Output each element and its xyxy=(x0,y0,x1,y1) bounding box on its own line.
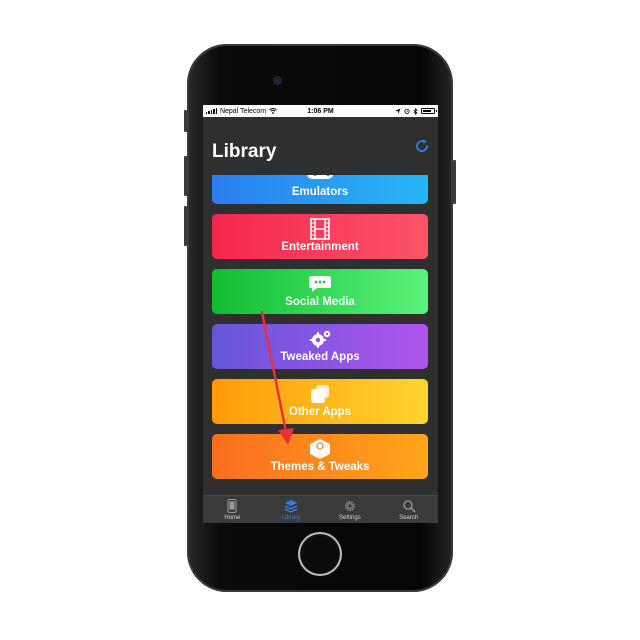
tab-label: Settings xyxy=(339,515,361,521)
front-camera xyxy=(274,77,281,84)
category-label: Other Apps xyxy=(288,406,352,418)
gear-icon xyxy=(344,501,355,511)
status-bar: Nepal Telecom 1:06 PM xyxy=(203,105,438,117)
category-list[interactable]: Emulators Entertainment Social Media Twe… xyxy=(203,175,438,495)
chat-bubble-icon xyxy=(309,276,331,292)
search-icon xyxy=(402,500,416,513)
volume-down-button xyxy=(184,206,187,246)
location-icon xyxy=(395,108,401,114)
category-emulators[interactable]: Emulators xyxy=(212,175,428,204)
tab-home[interactable]: Home xyxy=(203,496,262,523)
tab-library[interactable]: Library xyxy=(262,496,321,523)
app-screen: Nepal Telecom 1:06 PM Library Emulators … xyxy=(203,105,438,523)
power-button xyxy=(453,160,456,204)
battery-icon xyxy=(421,108,437,114)
mute-switch xyxy=(184,110,187,132)
category-label: Emulators xyxy=(291,186,349,198)
layers-icon xyxy=(284,500,298,513)
carrier-name: Nepal Telecom xyxy=(219,107,267,115)
volume-up-button xyxy=(184,156,187,196)
category-tweaked-apps[interactable]: Tweaked Apps xyxy=(212,324,428,369)
gears-icon xyxy=(310,330,331,348)
film-icon xyxy=(310,218,330,240)
tab-label: Library xyxy=(281,515,301,521)
tab-bar: Home Library Settings Search xyxy=(203,495,438,523)
tab-label: Search xyxy=(399,515,419,521)
category-social-media[interactable]: Social Media xyxy=(212,269,428,314)
gamepad-icon xyxy=(307,175,333,179)
bluetooth-icon xyxy=(413,107,418,115)
tab-label: Home xyxy=(224,515,241,521)
category-other-apps[interactable]: Other Apps xyxy=(212,379,428,424)
wifi-icon xyxy=(269,108,277,114)
category-label: Social Media xyxy=(285,296,355,308)
tab-settings[interactable]: Settings xyxy=(321,496,380,523)
stacked-squares-icon xyxy=(311,385,329,403)
phone-icon xyxy=(227,499,237,513)
category-label: Themes & Tweaks xyxy=(270,461,370,473)
theme-box-icon xyxy=(309,439,331,459)
refresh-icon[interactable] xyxy=(414,138,430,154)
category-label: Entertainment xyxy=(281,241,359,253)
category-entertainment[interactable]: Entertainment xyxy=(212,214,428,259)
tab-search[interactable]: Search xyxy=(379,496,438,523)
category-themes-tweaks[interactable]: Themes & Tweaks xyxy=(212,434,428,479)
page-title: Library xyxy=(212,141,277,162)
category-label: Tweaked Apps xyxy=(280,351,360,363)
alarm-icon xyxy=(404,108,410,114)
library-header: Library xyxy=(203,117,438,175)
home-button[interactable] xyxy=(298,532,342,576)
signal-icon xyxy=(206,108,217,114)
